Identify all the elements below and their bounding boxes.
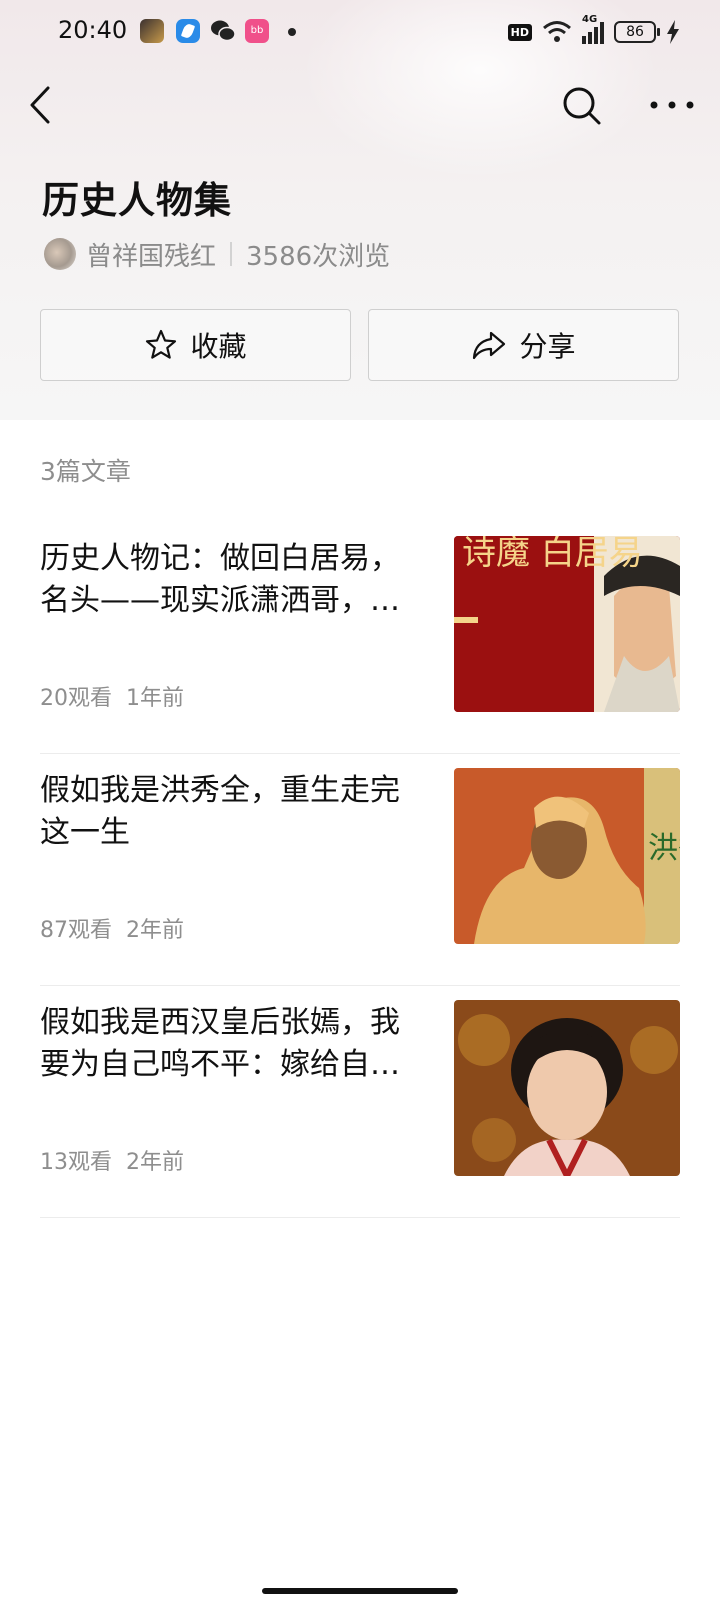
charging-icon — [667, 20, 679, 44]
article-title: 历史人物记：做回白居易，名头——现实派潇洒哥，… — [40, 541, 400, 618]
author-avatar[interactable] — [44, 238, 76, 270]
favorite-button[interactable]: 收藏 — [40, 309, 351, 381]
signal-icon: 4G — [582, 14, 604, 44]
article-time: 1年前 — [126, 686, 184, 711]
status-bar: 20:40 bb HD 4G 86 — [0, 0, 720, 66]
app-notification-icon: bb — [245, 19, 269, 43]
network-type: 4G — [582, 14, 598, 25]
collection-title: 历史人物集 — [42, 179, 232, 222]
article-stats: 87观看 2年前 — [40, 912, 184, 944]
favorite-label: 收藏 — [190, 330, 247, 363]
article-time: 2年前 — [126, 1150, 184, 1175]
back-button[interactable] — [24, 82, 64, 128]
share-label: 分享 — [519, 330, 576, 363]
browser-app-icon — [176, 19, 200, 43]
chevron-left-icon — [30, 86, 50, 124]
list-item[interactable]: 假如我是西汉皇后张嫣，我要为自己鸣不平：嫁给自… 13观看 2年前 — [40, 986, 680, 1218]
thumb-caption: 诗魔 白居易 — [462, 536, 643, 573]
more-horizontal-icon — [650, 101, 694, 109]
game-app-icon — [140, 19, 164, 43]
collection-meta: 曾祥国残红 3586次浏览 — [44, 236, 390, 272]
author-name[interactable]: 曾祥国残红 — [86, 236, 216, 273]
list-divider — [40, 1217, 680, 1218]
article-thumbnail: 诗魔 白居易 — [454, 536, 680, 712]
battery-indicator: 86 — [614, 21, 660, 43]
more-button[interactable] — [648, 90, 698, 120]
article-views: 13观看 — [40, 1150, 112, 1175]
article-stats: 20观看 1年前 — [40, 680, 184, 712]
article-stats: 13观看 2年前 — [40, 1144, 184, 1176]
more-notifications-dot — [288, 28, 296, 36]
home-indicator[interactable] — [262, 1588, 458, 1594]
wifi-icon — [543, 21, 571, 42]
status-time: 20:40 — [58, 16, 128, 44]
article-thumbnail — [454, 1000, 680, 1176]
search-button[interactable] — [560, 84, 604, 128]
view-count: 3586次浏览 — [246, 241, 391, 272]
article-title: 假如我是西汉皇后张嫣，我要为自己鸣不平：嫁给自… — [40, 1005, 400, 1082]
share-icon — [473, 331, 506, 360]
article-count: 3篇文章 — [40, 457, 131, 486]
wechat-icon — [210, 19, 236, 43]
share-button[interactable]: 分享 — [368, 309, 679, 381]
list-item[interactable]: 假如我是洪秀全，重生走完这一生 87观看 2年前 洪秀 — [40, 754, 680, 986]
article-time: 2年前 — [126, 918, 184, 943]
list-item[interactable]: 历史人物记：做回白居易，名头——现实派潇洒哥，… 20观看 1年前 诗魔 白居易 — [40, 522, 680, 754]
star-icon — [146, 329, 177, 359]
status-indicators: HD 4G 86 — [507, 14, 680, 46]
article-views: 87观看 — [40, 918, 112, 943]
article-title: 假如我是洪秀全，重生走完这一生 — [40, 773, 400, 850]
article-thumbnail: 洪秀 — [454, 768, 680, 944]
meta-divider — [230, 242, 233, 266]
hd-badge: HD — [507, 23, 532, 41]
search-icon — [563, 87, 601, 125]
thumb-caption: 洪秀 — [648, 831, 680, 866]
article-views: 20观看 — [40, 686, 112, 711]
